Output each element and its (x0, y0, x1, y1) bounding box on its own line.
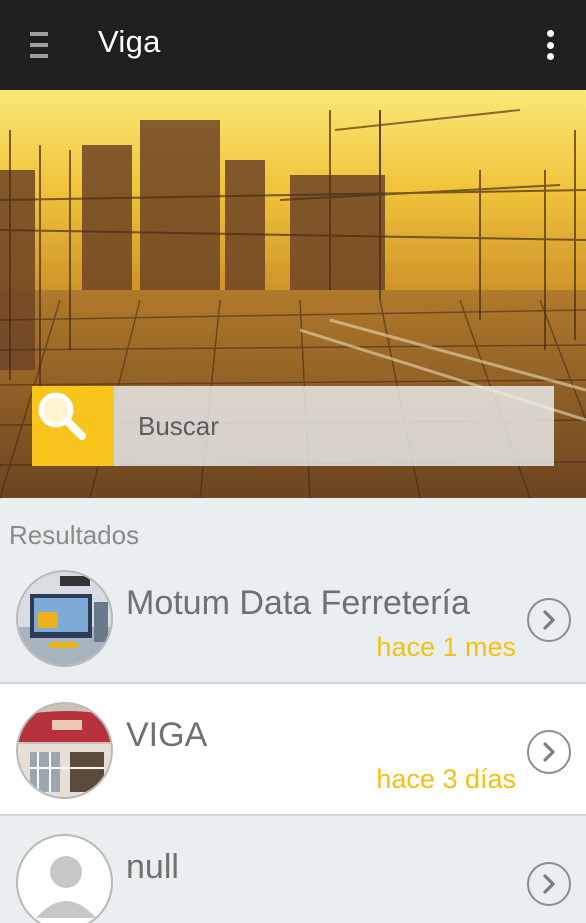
store-avatar-storefront (16, 702, 113, 799)
store-avatar-monitor (16, 570, 113, 667)
list-item[interactable]: VIGA hace 3 días (0, 684, 586, 816)
list-item[interactable]: Motum Data Ferretería hace 1 mes (0, 552, 586, 684)
results-heading: Resultados (9, 520, 140, 550)
list-item-time: hace 1 mes (376, 632, 516, 662)
search-input[interactable] (114, 386, 554, 466)
app-bar: Viga (0, 0, 586, 90)
default-user-avatar (16, 834, 113, 923)
search-icon[interactable] (32, 386, 114, 466)
list-item[interactable]: null (0, 816, 586, 923)
app-title: Viga (98, 24, 161, 59)
hamburger-menu-icon[interactable] (30, 32, 50, 58)
chevron-right-icon[interactable] (527, 862, 571, 906)
results-list: Motum Data Ferretería hace 1 mes VIGA ha… (0, 552, 586, 923)
search-bar (32, 386, 554, 466)
more-vertical-icon[interactable] (546, 30, 554, 60)
list-item-title: null (126, 848, 179, 886)
list-item-title: VIGA (126, 716, 208, 754)
chevron-right-icon[interactable] (527, 730, 571, 774)
hero-banner (0, 90, 586, 498)
chevron-right-icon[interactable] (527, 598, 571, 642)
list-item-time: hace 3 días (376, 764, 516, 794)
list-item-title: Motum Data Ferretería (126, 584, 470, 622)
